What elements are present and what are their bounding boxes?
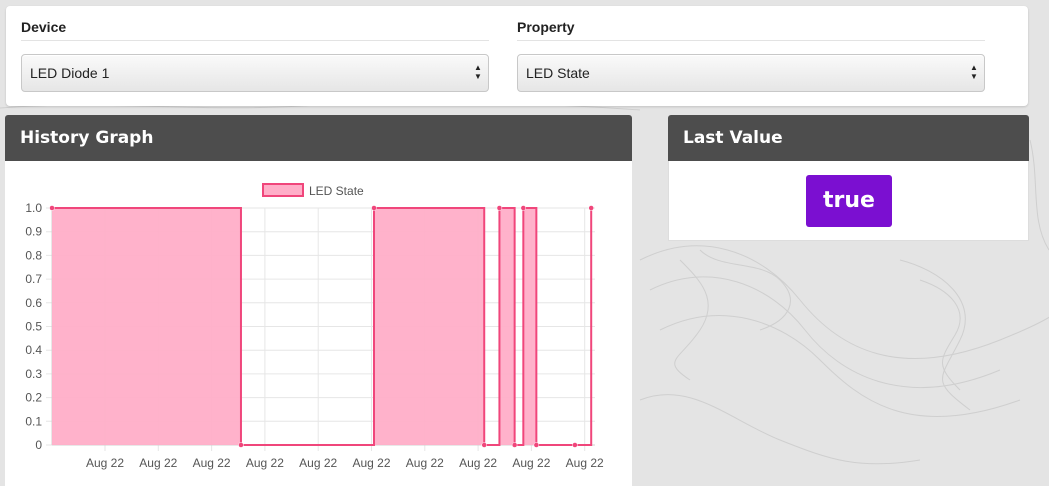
data-point (481, 442, 487, 448)
property-select[interactable]: LED State ▲ ▼ (517, 54, 985, 92)
x-tick-label: Aug 22 (139, 456, 177, 470)
data-point (496, 205, 503, 211)
property-select-value: LED State (526, 65, 590, 81)
data-point (238, 442, 244, 448)
x-tick-label: Aug 22 (299, 456, 337, 470)
select-arrows-icon: ▲ ▼ (970, 63, 978, 81)
x-tick-label: Aug 22 (86, 456, 124, 470)
last-value-panel: true (668, 161, 1029, 241)
y-tick-label: 0.7 (25, 272, 42, 286)
select-arrows-icon: ▲ ▼ (474, 63, 482, 81)
x-tick-label: Aug 22 (406, 456, 444, 470)
y-tick-label: 0.6 (25, 296, 42, 310)
y-tick-label: 0.3 (25, 367, 42, 381)
x-tick-label: Aug 22 (246, 456, 284, 470)
history-chart: 0 0.1 0.2 0.3 0.4 0.5 0.6 0.7 0.8 0.9 1.0 Aug 22 Aug… (25, 183, 604, 470)
data-point (49, 205, 55, 211)
data-point (572, 442, 578, 448)
device-select[interactable]: LED Diode 1 ▲ ▼ (21, 54, 489, 92)
property-field: Property LED State ▲ ▼ (517, 20, 985, 92)
device-field: Device LED Diode 1 ▲ ▼ (21, 20, 489, 92)
device-select-value: LED Diode 1 (30, 65, 110, 81)
data-point (588, 205, 594, 211)
y-tick-label: 0 (35, 438, 42, 452)
x-tick-label: Aug 22 (459, 456, 497, 470)
selector-panel: Device LED Diode 1 ▲ ▼ Property LED State… (6, 6, 1028, 106)
x-tick-label: Aug 22 (512, 456, 550, 470)
legend-swatch (262, 183, 304, 197)
y-tick-label: 0.5 (25, 320, 42, 334)
data-point (371, 205, 377, 211)
history-graph-panel: 0 0.1 0.2 0.3 0.4 0.5 0.6 0.7 0.8 0.9 1.0 Aug 22 Aug… (5, 161, 632, 486)
device-label: Device (21, 20, 489, 41)
data-point (533, 442, 540, 448)
y-tick-label: 0.8 (25, 248, 42, 262)
property-label: Property (517, 20, 985, 41)
data-point (511, 442, 518, 448)
y-tick-label: 0.2 (25, 391, 42, 405)
data-point (520, 205, 527, 211)
last-value-badge: true (806, 175, 892, 227)
x-tick-label: Aug 22 (193, 456, 231, 470)
history-graph-header: History Graph (5, 115, 632, 161)
x-tick-label: Aug 22 (566, 456, 604, 470)
y-tick-label: 0.1 (25, 414, 42, 428)
legend-label: LED State (309, 184, 364, 198)
y-tick-label: 0.9 (25, 225, 42, 239)
last-value-header: Last Value (668, 115, 1029, 161)
y-tick-label: 1.0 (25, 201, 42, 215)
y-tick-label: 0.4 (25, 343, 42, 357)
x-tick-label: Aug 22 (352, 456, 390, 470)
